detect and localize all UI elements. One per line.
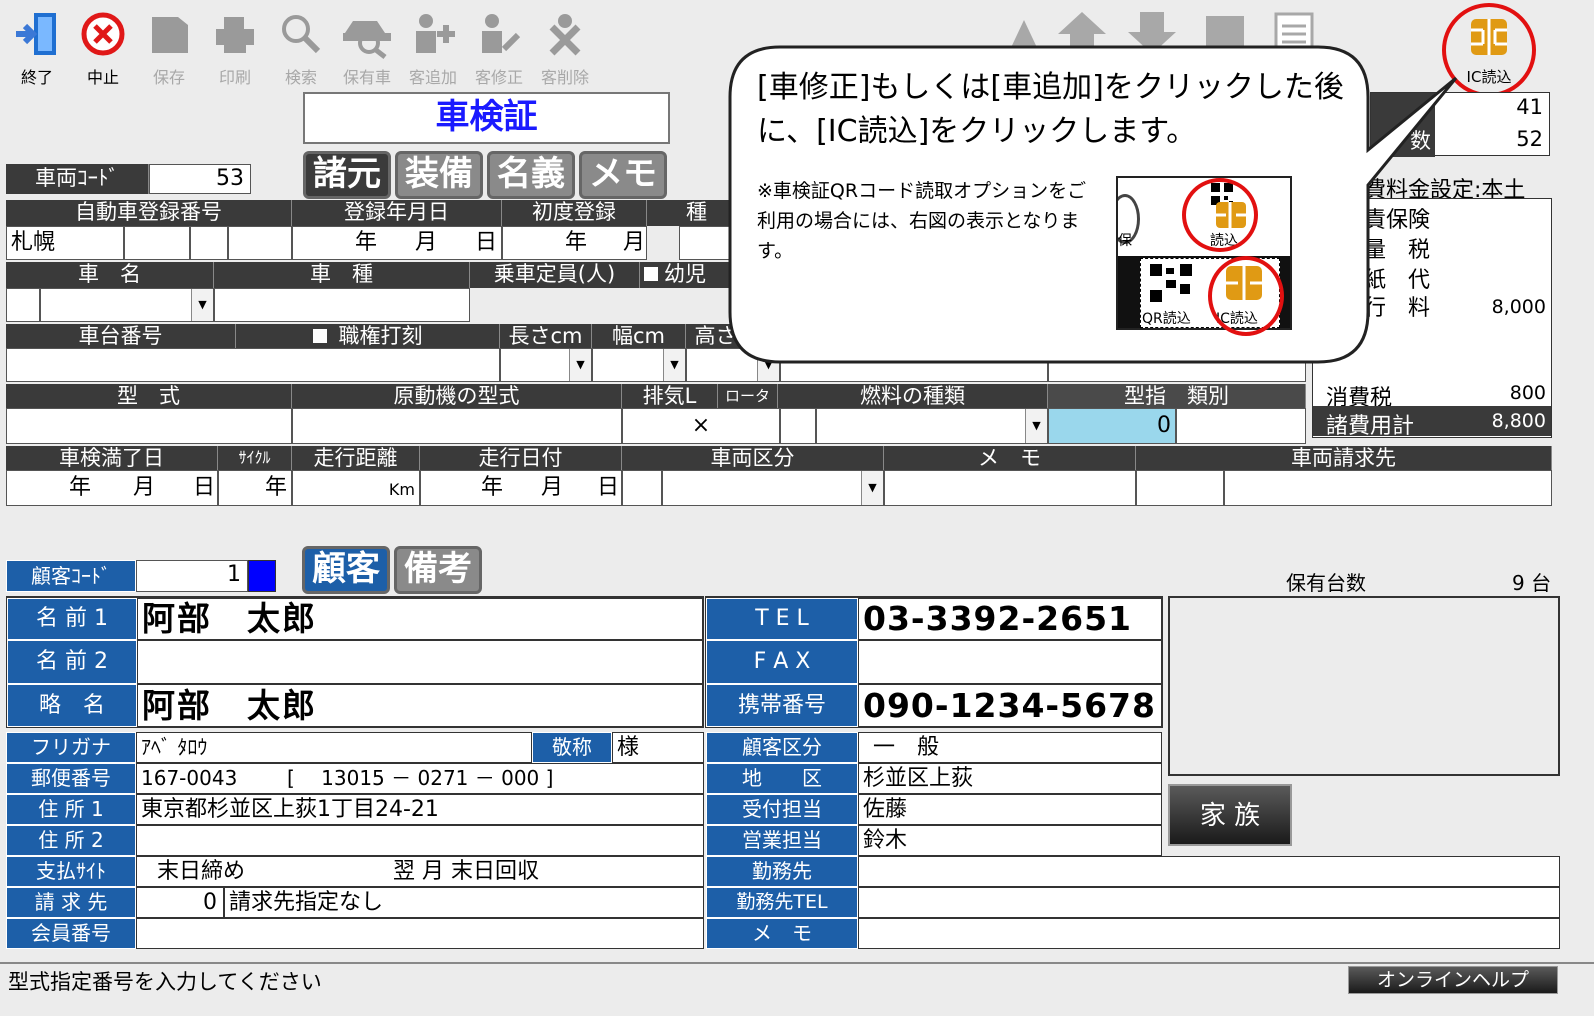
tab-remarks[interactable]: 備考 [394, 546, 482, 594]
year-label: 年 [69, 475, 92, 500]
mileage-input[interactable]: Km [292, 470, 420, 506]
area-input[interactable]: 杉並区上荻 [858, 763, 1162, 794]
address2-label: 住 所 2 [6, 825, 136, 856]
header-bill-to: 車両請求先 [1136, 446, 1552, 470]
engine-input[interactable] [292, 408, 622, 444]
bill-to-code-input[interactable] [1136, 470, 1224, 506]
model-input[interactable] [6, 408, 292, 444]
day-label: 日 [597, 475, 620, 500]
cycle-input[interactable]: 年 [218, 470, 292, 506]
expiry-input[interactable]: 年月日 [6, 470, 218, 506]
status-divider [0, 962, 1594, 964]
address-code: [ 13015 － 0271 － 000 ] [287, 766, 554, 790]
class-cert-input[interactable] [1176, 408, 1306, 444]
name2-input[interactable] [137, 640, 703, 684]
highlight-circle [1208, 256, 1284, 336]
vehicle-class-select[interactable]: ▼ [662, 470, 884, 506]
workplace-label: 勤務先 [706, 856, 858, 887]
sales-input[interactable]: 鈴木 [858, 825, 1162, 856]
month-label: 月 [133, 475, 156, 500]
mobile-input[interactable]: 090-1234-5678 [858, 684, 1162, 727]
bill-to-name-input[interactable] [1224, 470, 1552, 506]
displacement-input[interactable]: × [622, 408, 780, 444]
workplace-input[interactable] [858, 856, 1560, 887]
customer-class-label: 顧客区分 [706, 732, 858, 763]
customer-memo-label: メ モ [706, 918, 858, 949]
member-label: 会員番号 [6, 918, 136, 949]
customer-code-input[interactable]: 1 [136, 560, 248, 592]
name1-input[interactable]: 阿部 太郎 [137, 598, 703, 640]
mileage-date-input[interactable]: 年月日 [420, 470, 622, 506]
bill-code-input[interactable]: 0 [136, 887, 224, 918]
bill-label: 請 求 先 [6, 887, 136, 918]
honorific-label: 敬称 [532, 732, 612, 763]
kana-input[interactable]: ｱﾍﾞ ﾀﾛｳ [136, 732, 532, 763]
highlight-circle [1182, 178, 1258, 252]
payment-close: 末日締め [157, 859, 246, 884]
header-mileage-date: 走行日付 [420, 446, 622, 470]
customer-notes-box [1168, 596, 1560, 776]
tel-label: T E L [706, 598, 858, 640]
customer-lookup-button[interactable] [248, 560, 276, 592]
customer-code-label: 顧客ｺｰﾄﾞ [6, 560, 136, 592]
status-message: 型式指定番号を入力してください [8, 970, 322, 994]
honorific-input[interactable]: 様 [612, 732, 704, 763]
fuel-code-input[interactable] [780, 408, 816, 444]
header-vehicle-memo: メ モ [884, 446, 1136, 470]
payment-label: 支払ｻｲﾄ [6, 856, 136, 887]
short-name-input[interactable]: 阿部 太郎 [137, 684, 703, 727]
chevron-down-icon[interactable]: ▼ [1025, 409, 1047, 443]
vehicle-class-code-input[interactable] [622, 470, 662, 506]
year-label: 年 [481, 475, 504, 500]
inset-partial-label: 保 [1118, 233, 1132, 249]
vehicle-memo-input[interactable] [884, 470, 1136, 506]
zip-label: 郵便番号 [6, 763, 136, 794]
name1-label: 名 前 1 [7, 598, 137, 640]
header-vehicle-class: 車両区分 [622, 446, 884, 470]
customer-class-input[interactable]: 一 般 [858, 732, 1162, 763]
zip-input[interactable]: 167-0043 [ 13015 － 0271 － 000 ] [136, 763, 704, 794]
mobile-label: 携帯番号 [706, 684, 858, 727]
inset-qr-label: QR読込 [1142, 311, 1191, 327]
customer-memo-input[interactable] [858, 918, 1560, 949]
fax-input[interactable] [858, 640, 1162, 684]
fax-label: F A X [706, 640, 858, 684]
total-value: 8,800 [1491, 410, 1546, 432]
workplace-tel-input[interactable] [858, 887, 1560, 918]
header-mileage: 走行距離 [292, 446, 420, 470]
kana-label: フリガナ [6, 732, 136, 763]
qr-code-icon [1148, 262, 1194, 304]
callout-main-text: [車修正]もしくは[車追加]をクリックした後に、[IC読込]をクリックします。 [757, 70, 1344, 149]
workplace-tel-label: 勤務先TEL [706, 887, 858, 918]
fuel-select[interactable]: ▼ [816, 408, 1048, 444]
reception-input[interactable]: 佐藤 [858, 794, 1162, 825]
address1-label: 住 所 1 [6, 794, 136, 825]
payment-input[interactable]: 末日締め 翌 月 末日回収 [136, 856, 704, 887]
short-name-label: 略 名 [7, 684, 137, 727]
owned-count-label: 保有台数 [1286, 571, 1366, 595]
zip-value: 167-0043 [141, 766, 238, 790]
total-label: 諸費用計 [1326, 414, 1415, 439]
header-expiry: 車検満了日 [6, 446, 218, 470]
header-cycle: ｻｲｸﾙ [218, 446, 292, 470]
online-help-button[interactable]: オンラインヘルプ [1348, 966, 1558, 994]
sales-label: 営業担当 [706, 825, 858, 856]
type-cert-input[interactable]: 0 [1048, 408, 1176, 444]
month-label: 月 [541, 475, 564, 500]
tel-input[interactable]: 03-3392-2651 [858, 598, 1162, 640]
area-label: 地 区 [706, 763, 858, 794]
address2-input[interactable] [136, 825, 704, 856]
bill-name-input[interactable]: 請求先指定なし [224, 887, 704, 918]
callout-note-text: ※車検証QRコード読取オプションをご利用の場合には、右図の表示となります。 [757, 180, 1087, 262]
owned-count-value: 9 台 [1512, 571, 1552, 595]
name2-label: 名 前 2 [7, 640, 137, 684]
address1-input[interactable]: 東京都杉並区上荻1丁目24-21 [136, 794, 704, 825]
payment-collect: 翌 月 末日回収 [393, 859, 539, 884]
reception-label: 受付担当 [706, 794, 858, 825]
member-input[interactable] [136, 918, 704, 949]
tab-customer[interactable]: 顧客 [302, 546, 390, 594]
chevron-down-icon[interactable]: ▼ [861, 471, 883, 505]
day-label: 日 [193, 475, 216, 500]
family-button[interactable]: 家 族 [1168, 784, 1292, 846]
